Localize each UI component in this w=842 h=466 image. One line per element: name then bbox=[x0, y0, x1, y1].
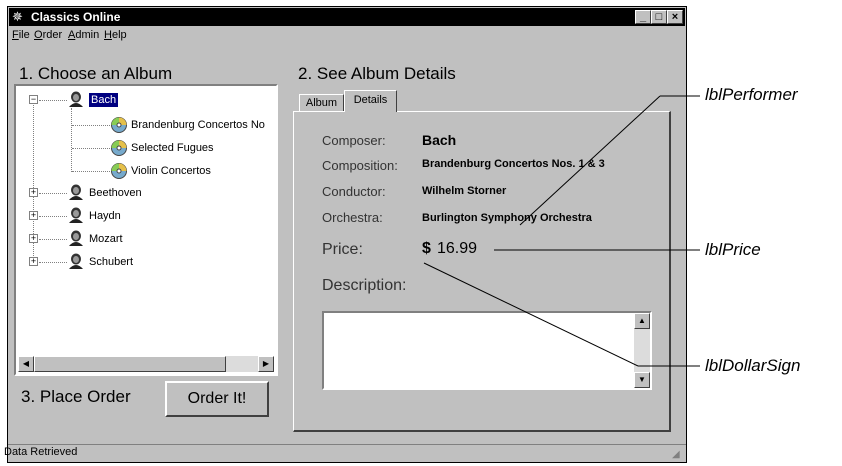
tree-connector bbox=[39, 239, 67, 240]
expand-toggle[interactable]: + bbox=[29, 234, 38, 243]
tree-item-album[interactable]: Violin Concertos bbox=[131, 164, 211, 178]
composer-bust-icon bbox=[69, 184, 83, 200]
menu-order[interactable]: Order bbox=[34, 29, 62, 41]
composer-bust-icon bbox=[69, 230, 83, 246]
cd-icon bbox=[111, 117, 127, 133]
scroll-thumb[interactable] bbox=[34, 356, 226, 372]
callout-lbldollarsign: lblDollarSign bbox=[705, 356, 801, 375]
expand-toggle[interactable]: + bbox=[29, 188, 38, 197]
scroll-right-button[interactable]: ▶ bbox=[258, 356, 274, 372]
tree-item-mozart[interactable]: Mozart bbox=[89, 232, 123, 246]
cd-icon bbox=[111, 140, 127, 156]
scroll-left-button[interactable]: ◀ bbox=[18, 356, 34, 372]
tab-details[interactable]: Details bbox=[344, 90, 397, 112]
horizontal-scrollbar[interactable]: ◀ ▶ bbox=[18, 356, 274, 372]
tree-connector bbox=[39, 193, 67, 194]
cd-icon bbox=[111, 163, 127, 179]
tree-connector bbox=[39, 100, 67, 101]
tree-connector bbox=[71, 108, 72, 172]
description-textbox[interactable]: ▲ ▼ bbox=[322, 311, 652, 390]
composer-label: Composer: bbox=[322, 133, 386, 148]
album-tree[interactable]: − Bach Brandenburg Concertos No Selected… bbox=[14, 84, 278, 376]
collapse-toggle[interactable]: − bbox=[29, 95, 38, 104]
dollar-sign-label: $ bbox=[422, 240, 431, 257]
callout-lblperformer: lblPerformer bbox=[705, 85, 798, 104]
tree-item-album[interactable]: Selected Fugues bbox=[131, 141, 214, 155]
title-bar[interactable]: ✵ Classics Online _ □ × bbox=[9, 8, 685, 26]
composer-bust-icon bbox=[69, 91, 83, 107]
window-title: Classics Online bbox=[31, 10, 121, 24]
composition-label: Composition: bbox=[322, 158, 398, 173]
conductor-label: Conductor: bbox=[322, 184, 386, 199]
menu-help[interactable]: Help bbox=[104, 29, 127, 41]
orchestra-value: Burlington Symphony Orchestra bbox=[422, 212, 592, 224]
menu-file[interactable]: File bbox=[12, 29, 30, 41]
tree-connector bbox=[39, 216, 67, 217]
minimize-button[interactable]: _ bbox=[635, 10, 651, 24]
callout-lblprice: lblPrice bbox=[705, 240, 761, 259]
conductor-value: Wilhelm Storner bbox=[422, 185, 507, 197]
scroll-down-button[interactable]: ▼ bbox=[634, 372, 650, 388]
tree-connector bbox=[72, 125, 110, 126]
album-details-heading: 2. See Album Details bbox=[298, 64, 456, 83]
maximize-button[interactable]: □ bbox=[651, 10, 667, 24]
tree-item-beethoven[interactable]: Beethoven bbox=[89, 186, 142, 200]
tree-connector bbox=[72, 148, 110, 149]
place-order-heading: 3. Place Order bbox=[21, 387, 131, 406]
tab-album[interactable]: Album bbox=[299, 94, 344, 112]
tree-item-album[interactable]: Brandenburg Concertos No bbox=[131, 118, 265, 132]
status-text: Data Retrieved bbox=[4, 446, 78, 458]
tree-item-bach[interactable]: Bach bbox=[89, 93, 119, 107]
expand-toggle[interactable]: + bbox=[29, 257, 38, 266]
tree-connector bbox=[72, 171, 110, 172]
menu-admin[interactable]: Admin bbox=[68, 29, 99, 41]
orchestra-label: Orchestra: bbox=[322, 210, 383, 225]
price-value: 16.99 bbox=[437, 240, 478, 257]
resize-grip-icon[interactable]: ◢ bbox=[672, 449, 680, 460]
choose-album-heading: 1. Choose an Album bbox=[19, 64, 173, 83]
composition-value: Brandenburg Concertos Nos. 1 & 3 bbox=[422, 158, 605, 170]
description-label: Description: bbox=[322, 277, 407, 294]
composer-bust-icon bbox=[69, 253, 83, 269]
scroll-up-button[interactable]: ▲ bbox=[634, 313, 650, 329]
price-label: Price: bbox=[322, 241, 363, 258]
expand-toggle[interactable]: + bbox=[29, 211, 38, 220]
tree-item-haydn[interactable]: Haydn bbox=[89, 209, 121, 223]
vertical-scrollbar[interactable]: ▲ ▼ bbox=[634, 313, 650, 388]
app-icon: ✵ bbox=[12, 9, 23, 24]
order-it-button[interactable]: Order It! bbox=[165, 381, 269, 417]
status-divider bbox=[8, 444, 686, 445]
close-button[interactable]: × bbox=[667, 10, 683, 24]
tree-connector bbox=[39, 262, 67, 263]
tree-item-schubert[interactable]: Schubert bbox=[89, 255, 133, 269]
composer-value: Bach bbox=[422, 132, 457, 148]
menu-bar: File Order Admin Help bbox=[9, 27, 685, 45]
composer-bust-icon bbox=[69, 207, 83, 223]
